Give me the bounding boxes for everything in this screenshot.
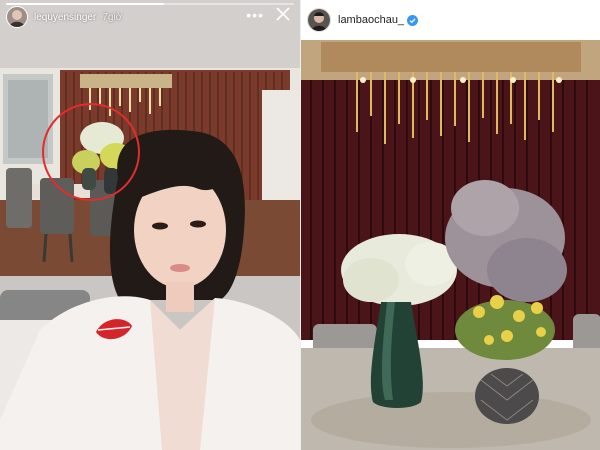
more-horizontal-icon[interactable]: ••• bbox=[246, 7, 264, 23]
highlight-circle bbox=[42, 103, 140, 201]
avatar-image bbox=[308, 9, 330, 31]
post-username[interactable]: lambaochau_ bbox=[338, 14, 404, 26]
avatar[interactable] bbox=[307, 8, 331, 32]
close-icon[interactable] bbox=[274, 5, 292, 23]
avatar-image bbox=[7, 7, 27, 27]
story-viewer: lequyensinger 7giờ ••• bbox=[0, 0, 300, 450]
story-username[interactable]: lequyensinger bbox=[34, 12, 96, 23]
post-photo bbox=[301, 40, 600, 450]
verified-badge-icon bbox=[407, 14, 419, 26]
story-photo bbox=[0, 0, 300, 450]
story-timestamp: 7giờ bbox=[102, 11, 123, 23]
avatar[interactable] bbox=[6, 6, 28, 28]
instagram-post: lambaochau_ bbox=[300, 0, 600, 450]
post-header: lambaochau_ bbox=[301, 0, 600, 40]
